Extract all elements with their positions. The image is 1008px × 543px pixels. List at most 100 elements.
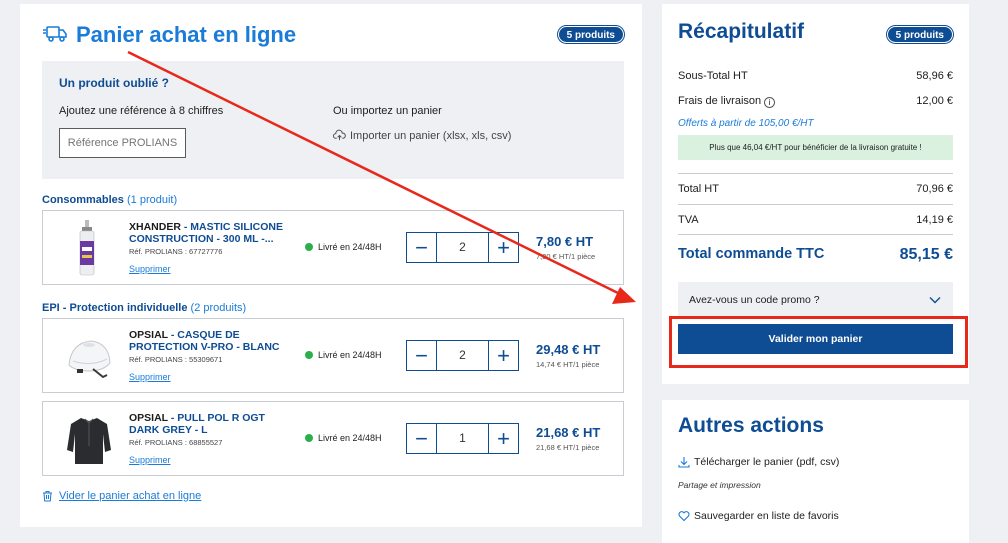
stock-dot-icon — [305, 243, 313, 251]
cloud-upload-icon — [333, 129, 346, 141]
forgotten-product-title: Un produit oublié ? — [59, 76, 169, 90]
total-ht-value: 70,96 € — [916, 183, 953, 195]
category-count: (2 produits) — [190, 302, 247, 314]
stock-status: Livré en 24/48H — [305, 433, 382, 443]
import-label: Ou importez un panier — [333, 105, 442, 117]
delete-product-link[interactable]: Supprimer — [129, 264, 171, 274]
category-count: (1 produit) — [126, 194, 178, 206]
product-unit-price: 14,74 € HT/1 pièce — [536, 360, 600, 369]
import-cart-label: Importer un panier (xlsx, xls, csv) — [350, 129, 512, 142]
delete-product-link[interactable]: Supprimer — [129, 372, 171, 382]
stock-label: Livré en 24/48H — [318, 433, 382, 443]
stock-dot-icon — [305, 434, 313, 442]
stock-label: Livré en 24/48H — [318, 242, 382, 252]
decrease-quantity-button[interactable]: − — [407, 424, 437, 453]
product-row: OPSIAL - PULL POL R OGT DARK GREY - L Ré… — [42, 401, 624, 476]
cart-product-count-badge: 5 produits — [557, 26, 624, 43]
product-name[interactable]: XHANDER - MASTIC SILICONE CONSTRUCTION -… — [129, 221, 289, 245]
quantity-value[interactable]: 1 — [437, 424, 488, 453]
import-cart-link[interactable]: Importer un panier (xlsx, xls, csv) — [333, 129, 511, 142]
category-name: Consommables — [42, 194, 124, 206]
cart-header: Panier achat en ligne 5 produits — [42, 22, 624, 50]
download-cart-link[interactable]: Télécharger le panier (pdf, csv) — [678, 456, 839, 468]
divider — [678, 234, 953, 235]
stock-status: Livré en 24/48H — [305, 350, 382, 360]
increase-quantity-button[interactable]: + — [488, 341, 518, 370]
reference-label: Ajoutez une référence à 8 chiffres — [59, 105, 224, 117]
annotation-highlight-box — [669, 316, 968, 368]
category-title: Consommables (1 produit) — [42, 194, 177, 206]
total-ttc-value: 85,15 € — [899, 246, 953, 263]
shipping-row: Frais de livraison i 12,00 € — [678, 95, 953, 108]
increase-quantity-button[interactable]: + — [488, 233, 518, 262]
truck-cart-icon — [42, 24, 68, 44]
heart-icon — [678, 511, 690, 522]
tva-label: TVA — [678, 214, 699, 226]
chevron-down-icon — [929, 297, 941, 304]
divider — [678, 204, 953, 205]
product-unit-price: 7,80 € HT/1 pièce — [536, 252, 596, 261]
empty-cart-link[interactable]: Vider le panier achat en ligne — [42, 490, 201, 502]
shipping-value: 12,00 € — [916, 95, 953, 107]
cart-panel: Panier achat en ligne 5 produits Un prod… — [20, 4, 642, 527]
save-favorites-link[interactable]: Sauvegarder en liste de favoris — [678, 510, 839, 522]
forgotten-product-box: Un produit oublié ? Ajoutez une référenc… — [42, 61, 624, 179]
free-shipping-banner: Plus que 46,04 €/HT pour bénéficier de l… — [678, 135, 953, 160]
quantity-stepper: − 2 + — [406, 340, 519, 371]
product-brand: OPSIAL — [129, 329, 168, 341]
product-reference: Réf. PROLIANS : 67727776 — [129, 247, 223, 256]
subtotal-value: 58,96 € — [916, 70, 953, 82]
product-reference: Réf. PROLIANS : 55309671 — [129, 355, 223, 364]
product-brand: XHANDER — [129, 221, 181, 233]
cart-title: Panier achat en ligne — [76, 22, 297, 47]
trash-icon — [43, 491, 52, 502]
category-name: EPI - Protection individuelle — [42, 302, 188, 314]
quantity-value[interactable]: 2 — [437, 341, 488, 370]
subtotal-label: Sous-Total HT — [678, 70, 748, 82]
promo-code-toggle[interactable]: Avez-vous un code promo ? — [678, 282, 953, 318]
product-price: 21,68 € HT — [536, 425, 601, 440]
download-icon — [678, 457, 690, 468]
share-print-label[interactable]: Partage et impression — [678, 480, 761, 490]
decrease-quantity-button[interactable]: − — [407, 341, 437, 370]
product-row: OPSIAL - CASQUE DE PROTECTION V-PRO - BL… — [42, 318, 624, 393]
dark-pullover-image — [67, 418, 111, 464]
download-cart-label: Télécharger le panier (pdf, csv) — [694, 456, 840, 468]
product-price: 7,80 € HT — [536, 234, 594, 249]
product-price: 29,48 € HT — [536, 342, 601, 357]
category-title: EPI - Protection individuelle (2 produit… — [42, 302, 246, 314]
increase-quantity-button[interactable]: + — [488, 424, 518, 453]
reference-input[interactable] — [59, 128, 186, 158]
summary-title: Récapitulatif — [678, 20, 805, 43]
total-ttc-label: Total commande TTC — [678, 246, 825, 262]
free-shipping-note: Offerts à partir de 105,00 €/HT — [678, 118, 814, 129]
subtotal-row: Sous-Total HT 58,96 € — [678, 70, 953, 82]
stock-dot-icon — [305, 351, 313, 359]
tva-value: 14,19 € — [916, 214, 953, 226]
total-ttc-row: Total commande TTC 85,15 € — [678, 246, 953, 264]
product-row: XHANDER - MASTIC SILICONE CONSTRUCTION -… — [42, 210, 624, 285]
tva-row: TVA 14,19 € — [678, 214, 953, 226]
divider — [678, 173, 953, 174]
quantity-stepper: − 1 + — [406, 423, 519, 454]
total-ht-label: Total HT — [678, 183, 719, 195]
other-actions-title: Autres actions — [678, 414, 824, 437]
summary-product-count-badge: 5 produits — [886, 26, 953, 43]
empty-cart-label: Vider le panier achat en ligne — [59, 490, 202, 502]
white-helmet-image — [68, 340, 111, 379]
stock-status: Livré en 24/48H — [305, 242, 382, 252]
promo-code-label: Avez-vous un code promo ? — [689, 294, 820, 306]
decrease-quantity-button[interactable]: − — [407, 233, 437, 262]
info-icon[interactable]: i — [764, 97, 776, 108]
shipping-label: Frais de livraison — [678, 95, 762, 107]
delete-product-link[interactable]: Supprimer — [129, 455, 171, 465]
product-brand: OPSIAL — [129, 412, 168, 424]
quantity-stepper: − 2 + — [406, 232, 519, 263]
product-name[interactable]: OPSIAL - PULL POL R OGT DARK GREY - L — [129, 412, 289, 436]
save-favorites-label: Sauvegarder en liste de favoris — [694, 510, 839, 522]
silicone-cartridge-image — [79, 220, 95, 276]
product-name[interactable]: OPSIAL - CASQUE DE PROTECTION V-PRO - BL… — [129, 329, 289, 353]
quantity-value[interactable]: 2 — [437, 233, 488, 262]
product-unit-price: 21,68 € HT/1 pièce — [536, 443, 600, 452]
other-actions-panel: Autres actions Télécharger le panier (pd… — [662, 400, 969, 543]
